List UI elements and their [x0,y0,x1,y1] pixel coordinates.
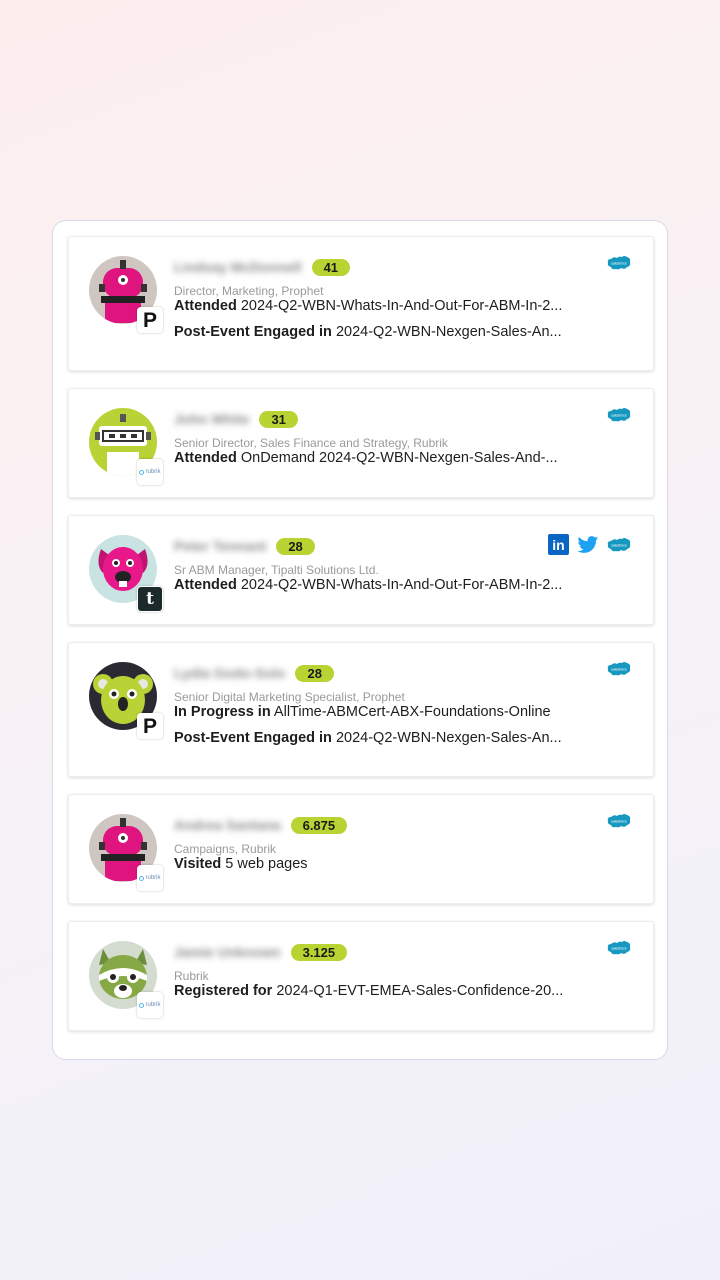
engagement-score-badge: 41 [311,258,351,276]
avatar-group[interactable]: rubrik [89,941,163,1018]
contact-title: Sr ABM Manager, Tipalti Solutions Ltd. [174,563,379,577]
activity-label: Visited [174,856,222,872]
avatar-group[interactable]: rubrik [89,408,163,485]
name-row: Peter Tennant 28 [174,536,315,556]
engagement-score-badge: 31 [259,410,298,428]
activity-detail: 2024-Q2-WBN-Whats-In-And-Out-For-ABM-In-… [236,577,563,593]
name-row: Lydia Godo-Solo 28 [174,663,334,683]
activity-label: Attended [174,450,237,466]
source-icons: salesforce [607,813,631,829]
source-icons: salesforce [607,407,631,423]
name-row: Lindsay McDonnell 41 [174,257,351,277]
prophet-logo: P [142,714,157,738]
avatar-group[interactable]: P [89,662,163,739]
name-row: Jamie Unknown 3.125 [174,942,348,962]
source-icons: salesforce [607,940,631,956]
salesforce-icon[interactable]: salesforce [607,537,631,553]
activity-line[interactable]: Attended 2024-Q2-WBN-Whats-In-And-Out-Fo… [174,298,562,314]
activity-label: Attended [174,298,237,314]
contact-card[interactable]: rubrik John White 31 Senior Director, Sales… [68,388,654,498]
salesforce-icon[interactable]: salesforce [607,940,631,956]
rubrik-logo: rubrik [139,875,161,881]
engagement-score-badge: 3.125 [290,943,348,961]
salesforce-icon[interactable]: salesforce [607,813,631,829]
salesforce-icon[interactable]: salesforce [607,661,631,677]
activity-detail: 2024-Q2-WBN-Nexgen-Sales-An... [331,324,562,340]
activity-label: Post-Event Engaged in [174,730,332,746]
engagement-score-badge: 28 [276,537,315,555]
activity-label: In Progress in [174,704,271,720]
contact-title: Campaigns, Rubrik [174,842,277,856]
activity-detail: OnDemand 2024-Q2-WBN-Nexgen-Sales-And-..… [236,450,558,466]
name-row: Andrea Santana 6.875 [174,815,348,835]
svg-text:salesforce: salesforce [611,262,627,266]
company-logo-badge: t [137,586,163,612]
activity-detail: 2024-Q1-EVT-EMEA-Sales-Confidence-20... [272,983,564,999]
source-icons: salesforce [607,255,631,271]
svg-text:salesforce: salesforce [611,668,627,672]
twitter-icon[interactable] [577,535,599,555]
activity-line[interactable]: Post-Event Engaged in 2024-Q2-WBN-Nexgen… [174,730,562,746]
company-logo-badge: rubrik [137,459,163,485]
activity-detail: 2024-Q2-WBN-Nexgen-Sales-An... [331,730,562,746]
activity-label: Attended [174,577,237,593]
source-icons: salesforce [607,661,631,677]
linkedin-icon[interactable]: in [548,534,569,555]
avatar-group[interactable]: P [89,256,163,333]
contact-title: Senior Digital Marketing Specialist, Pro… [174,690,405,704]
source-icons: in salesforce [548,534,631,555]
contact-name[interactable]: Andrea Santana [174,817,281,833]
contact-card[interactable]: rubrik Andrea Santana 6.875 Campaigns, Rubr… [68,794,654,904]
name-row: John White 31 [174,409,298,429]
engagement-score-badge: 28 [295,664,334,682]
avatar-group[interactable]: rubrik [89,814,163,891]
activity-detail: 2024-Q2-WBN-Whats-In-And-Out-For-ABM-In-… [236,298,563,314]
activity-line[interactable]: Attended 2024-Q2-WBN-Whats-In-And-Out-Fo… [174,577,562,593]
activity-line[interactable]: Post-Event Engaged in 2024-Q2-WBN-Nexgen… [174,324,562,340]
contact-name[interactable]: Peter Tennant [174,538,266,554]
company-logo-badge: P [137,307,163,333]
rubrik-logo: rubrik [139,469,161,475]
activity-line[interactable]: Visited 5 web pages [174,856,308,872]
contact-title: Director, Marketing, Prophet [174,284,324,298]
contact-card[interactable]: rubrik Jamie Unknown 3.125 Rubrik Registered… [68,921,654,1031]
svg-text:salesforce: salesforce [611,947,627,951]
contact-name[interactable]: Jamie Unknown [174,944,281,960]
company-logo-badge: P [137,713,163,739]
contact-name[interactable]: Lindsay McDonnell [174,259,302,275]
activity-line[interactable]: Attended OnDemand 2024-Q2-WBN-Nexgen-Sal… [174,450,558,466]
company-logo-badge: rubrik [137,992,163,1018]
rubrik-logo: rubrik [139,1002,161,1008]
activity-line[interactable]: Registered for 2024-Q1-EVT-EMEA-Sales-Co… [174,983,563,999]
salesforce-icon[interactable]: salesforce [607,255,631,271]
activity-detail: 5 web pages [221,856,308,872]
contacts-panel: P Lindsay McDonnell 41 Director, Marketing,… [52,220,668,1060]
tipalti-logo: t [138,587,162,611]
prophet-logo: P [142,308,157,332]
activity-label: Post-Event Engaged in [174,324,332,340]
contact-name[interactable]: John White [174,411,249,427]
svg-text:salesforce: salesforce [611,414,627,418]
engagement-score-badge: 6.875 [290,816,348,834]
contact-title: Senior Director, Sales Finance and Strat… [174,436,448,450]
contact-title: Rubrik [174,969,209,983]
avatar-group[interactable]: t [89,535,163,612]
contact-name[interactable]: Lydia Godo-Solo [174,665,285,681]
contact-card[interactable]: t Peter Tennant 28 Sr ABM Manager, Tipalti … [68,515,654,625]
contact-card[interactable]: P Lydia Godo-Solo 28 Senior Digital Marketi… [68,642,654,777]
salesforce-icon[interactable]: salesforce [607,407,631,423]
activity-label: Registered for [174,983,273,999]
activity-line[interactable]: In Progress in AllTime-ABMCert-ABX-Found… [174,704,551,720]
svg-text:salesforce: salesforce [611,543,627,547]
contact-card[interactable]: P Lindsay McDonnell 41 Director, Marketing,… [68,236,654,371]
company-logo-badge: rubrik [137,865,163,891]
svg-text:salesforce: salesforce [611,820,627,824]
activity-detail: AllTime-ABMCert-ABX-Foundations-Online [270,704,551,720]
